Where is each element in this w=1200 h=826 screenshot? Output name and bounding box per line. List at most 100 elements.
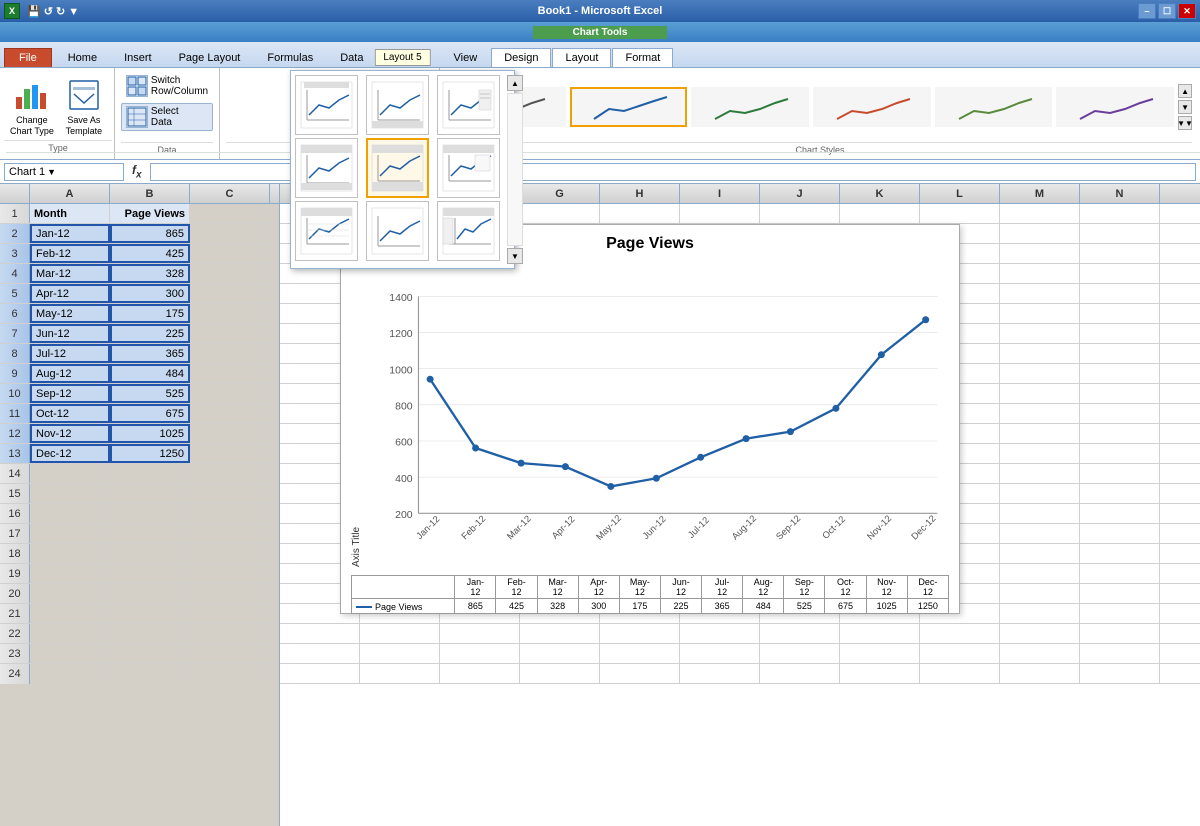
cell-b[interactable]: 484	[110, 364, 190, 383]
tab-data[interactable]: Data	[327, 48, 376, 67]
right-cell[interactable]	[840, 664, 920, 683]
right-cell[interactable]	[1080, 304, 1160, 323]
right-cell[interactable]	[1080, 384, 1160, 403]
cell-a[interactable]	[30, 524, 110, 543]
cell-c[interactable]	[190, 484, 270, 503]
cell-a[interactable]	[30, 484, 110, 503]
right-cell[interactable]	[1000, 484, 1080, 503]
cell-c[interactable]	[190, 644, 270, 663]
right-col-header-k[interactable]: K	[840, 184, 920, 203]
chart-style-4[interactable]	[813, 87, 931, 127]
right-cell[interactable]	[1000, 424, 1080, 443]
cell-c[interactable]	[190, 524, 270, 543]
right-cell[interactable]	[1000, 264, 1080, 283]
right-cell[interactable]	[1000, 204, 1080, 223]
right-cell[interactable]	[680, 644, 760, 663]
right-cell[interactable]	[760, 624, 840, 643]
right-cell[interactable]	[360, 664, 440, 683]
cell-a[interactable]: Jan-12	[30, 224, 110, 243]
cell-c[interactable]	[190, 564, 270, 583]
tab-file[interactable]: File	[4, 48, 52, 67]
styles-expand[interactable]: ▼▼	[1178, 116, 1192, 130]
right-cell[interactable]	[1080, 524, 1160, 543]
right-cell[interactable]	[1000, 344, 1080, 363]
cell-a[interactable]	[30, 624, 110, 643]
cell-a[interactable]: Apr-12	[30, 284, 110, 303]
select-data-btn[interactable]: SelectData	[121, 103, 213, 131]
cell-c[interactable]	[190, 584, 270, 603]
right-cell[interactable]	[840, 204, 920, 223]
cell-c[interactable]	[190, 604, 270, 623]
right-cell[interactable]	[840, 624, 920, 643]
right-cell[interactable]	[1000, 584, 1080, 603]
cell-c[interactable]	[190, 424, 270, 443]
cell-b[interactable]: 1250	[110, 444, 190, 463]
right-cell[interactable]	[760, 644, 840, 663]
name-box[interactable]: Chart 1 ▼	[4, 163, 124, 181]
right-cell[interactable]	[1000, 324, 1080, 343]
cell-c[interactable]	[190, 304, 270, 323]
right-col-header-m[interactable]: M	[1000, 184, 1080, 203]
cell-a[interactable]	[30, 564, 110, 583]
tab-home[interactable]: Home	[55, 48, 110, 67]
right-cell[interactable]	[1000, 524, 1080, 543]
right-cell[interactable]	[1000, 664, 1080, 683]
layout-scroll-down-btn[interactable]: ▼	[507, 248, 523, 264]
right-cell[interactable]	[1080, 644, 1160, 663]
styles-scroll-up[interactable]: ▲	[1178, 84, 1192, 98]
right-cell[interactable]	[600, 624, 680, 643]
right-cell[interactable]	[840, 644, 920, 663]
change-chart-type-btn[interactable]: ChangeChart Type	[6, 72, 58, 140]
chart-style-6[interactable]	[1056, 87, 1174, 127]
right-cell[interactable]	[280, 644, 360, 663]
right-cell[interactable]	[1080, 264, 1160, 283]
right-cell[interactable]	[680, 204, 760, 223]
cell-a[interactable]	[30, 464, 110, 483]
switch-row-col-btn[interactable]: SwitchRow/Column	[121, 72, 213, 100]
right-col-header-g[interactable]: G	[520, 184, 600, 203]
right-cell[interactable]	[1080, 664, 1160, 683]
cell-c[interactable]	[190, 364, 270, 383]
cell-c[interactable]	[190, 204, 270, 223]
layout-item-1[interactable]	[295, 75, 358, 135]
cell-c[interactable]	[190, 544, 270, 563]
right-cell[interactable]	[1000, 284, 1080, 303]
cell-b[interactable]	[110, 644, 190, 663]
chart-container[interactable]: Page Views Axis Title	[340, 224, 960, 614]
cell-a[interactable]	[30, 504, 110, 523]
cell-c[interactable]	[190, 624, 270, 643]
cell-b[interactable]	[110, 664, 190, 684]
maximize-btn[interactable]: ☐	[1158, 3, 1176, 19]
cell-c[interactable]	[190, 444, 270, 463]
cell-b[interactable]: 865	[110, 224, 190, 243]
cell-c[interactable]	[190, 664, 270, 684]
cell-a[interactable]: Month	[30, 204, 110, 223]
cell-c[interactable]	[190, 264, 270, 283]
cell-a[interactable]: Jul-12	[30, 344, 110, 363]
cell-a[interactable]	[30, 544, 110, 563]
cell-a[interactable]: Sep-12	[30, 384, 110, 403]
layout-item-9[interactable]	[437, 201, 500, 261]
right-col-header-j[interactable]: J	[760, 184, 840, 203]
cell-a[interactable]	[30, 604, 110, 623]
cell-b[interactable]: 425	[110, 244, 190, 263]
tab-view[interactable]: View	[441, 48, 491, 67]
right-cell[interactable]	[1080, 244, 1160, 263]
col-header-a[interactable]: A	[30, 184, 110, 203]
right-cell[interactable]	[360, 644, 440, 663]
cell-c[interactable]	[190, 344, 270, 363]
right-cell[interactable]	[1000, 564, 1080, 583]
right-cell[interactable]	[1000, 244, 1080, 263]
layout-item-4[interactable]	[295, 138, 358, 198]
right-cell[interactable]	[360, 624, 440, 643]
cell-b[interactable]	[110, 504, 190, 523]
right-cell[interactable]	[1000, 464, 1080, 483]
right-cell[interactable]	[1080, 444, 1160, 463]
col-header-c[interactable]: C	[190, 184, 270, 203]
cell-b[interactable]	[110, 584, 190, 603]
right-cell[interactable]	[760, 664, 840, 683]
right-cell[interactable]	[1000, 404, 1080, 423]
chart-style-5[interactable]	[935, 87, 1053, 127]
layout-item-6[interactable]	[437, 138, 500, 198]
right-cell[interactable]	[1080, 224, 1160, 243]
